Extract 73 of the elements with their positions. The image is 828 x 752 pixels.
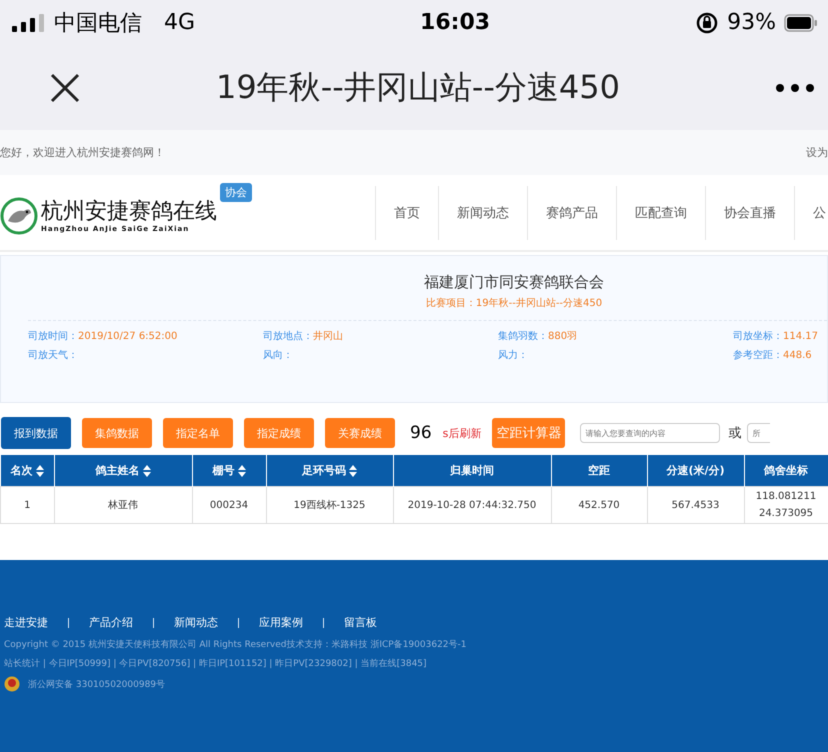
sort-icon — [238, 464, 246, 477]
field-label: 风力： — [498, 350, 528, 361]
column-header[interactable]: 足环号码 — [266, 455, 393, 486]
carrier-name: 中国电信 — [54, 10, 142, 38]
column-header: 归巢时间 — [393, 455, 551, 486]
footer-link[interactable]: 应用案例 — [259, 615, 303, 630]
nav-link[interactable]: 赛鸽产品 — [527, 186, 616, 240]
table-cell: 118.081211 24.373095 — [744, 486, 828, 524]
field-label: 司放天气： — [28, 350, 78, 361]
field-value: 井冈山 — [313, 331, 343, 342]
or-label: 或 — [728, 425, 742, 442]
nav-link[interactable]: 公 — [794, 186, 828, 240]
field-label: 参考空距： — [733, 350, 783, 361]
column-header[interactable]: 名次 — [0, 455, 54, 486]
data-tab[interactable]: 报到数据 — [1, 417, 71, 449]
site-logo-title: 杭州安捷赛鸽在线 — [41, 198, 217, 224]
footer-link[interactable]: 走进安捷 — [4, 615, 48, 630]
set-homepage-link[interactable]: 设为 — [806, 145, 828, 160]
field-value: 448.6 — [783, 350, 812, 361]
rotation-lock-icon — [695, 10, 720, 34]
table-cell: 452.570 — [551, 486, 647, 524]
table-cell: 林亚伟 — [54, 486, 192, 524]
table-cell: 1 — [0, 486, 54, 524]
table-cell: 19西线杯-1325 — [266, 486, 393, 524]
police-record-text: 浙公网安备 33010502000989号 — [28, 678, 166, 690]
field-value: 880羽 — [548, 331, 578, 342]
site-statistics: 站长统计 | 今日IP[50999] | 今日PV[820756] | 昨日IP[101152] | 昨日PV[2329802] | 当前在线[3845] — [4, 658, 428, 670]
field-value: 114.17 — [783, 331, 818, 342]
battery-icon — [784, 14, 818, 32]
filter-field[interactable]: 所 — [747, 423, 770, 443]
more-icon — [776, 84, 814, 92]
field-label: 司放时间： — [28, 331, 78, 342]
nav-link[interactable]: 新闻动态 — [438, 186, 527, 240]
pigeon-logo-icon — [0, 196, 38, 234]
table-cell: 567.4533 — [647, 486, 744, 524]
countdown-number: 96 — [410, 423, 432, 443]
nav-link[interactable]: 首页 — [375, 186, 438, 240]
field-label: 司放坐标： — [733, 331, 783, 342]
search-field[interactable]: 请输入您要查询的内容 — [580, 423, 720, 443]
association-badge: 协会 — [220, 182, 252, 202]
table-cell: 000234 — [192, 486, 266, 524]
field-label: 司放地点： — [263, 331, 313, 342]
sort-icon — [349, 464, 357, 477]
organization-name: 福建厦门市同安赛鸽联合会 — [424, 273, 604, 292]
sort-icon — [36, 464, 44, 477]
close-icon — [50, 72, 80, 102]
field-label: 风向： — [263, 350, 293, 361]
race-project: 比赛项目：19年秋--井冈山站--分速450 — [426, 296, 602, 310]
column-header: 分速(米/分) — [647, 455, 744, 486]
signal-icon — [12, 14, 46, 32]
refresh-label: s后刷新 — [442, 426, 482, 440]
column-header: 鸽舍坐标 — [744, 455, 828, 486]
nav-link[interactable]: 协会直播 — [705, 186, 794, 240]
sort-icon — [142, 464, 150, 477]
nav-link[interactable]: 匹配查询 — [616, 186, 705, 240]
battery-percent: 93% — [727, 10, 776, 35]
more-button[interactable] — [776, 84, 814, 92]
table-cell: 2019-10-28 07:44:32.750 — [393, 486, 551, 524]
column-header[interactable]: 棚号 — [192, 455, 266, 486]
close-button[interactable] — [50, 72, 80, 102]
footer-link[interactable]: 产品介绍 — [89, 615, 133, 630]
footer-link[interactable]: 新闻动态 — [174, 615, 218, 630]
footer-link[interactable]: 留言板 — [344, 615, 377, 630]
page-title: 19年秋--井冈山站--分速450 — [215, 66, 621, 108]
column-header: 空距 — [551, 455, 647, 486]
column-header[interactable]: 鸽主姓名 — [54, 455, 192, 486]
welcome-text: 您好，欢迎进入杭州安捷赛鸽网！ — [0, 145, 165, 160]
field-label: 集鸽羽数： — [498, 331, 548, 342]
field-value: 2019/10/27 6:52:00 — [78, 331, 178, 342]
copyright-text: Copyright © 2015 杭州安捷天使科技有限公司 All Rights Reserved技术支持：米路科技 浙ICP备19003622号-1 — [4, 638, 468, 651]
clock-time: 16:03 — [420, 10, 490, 35]
network-type: 4G — [164, 10, 196, 35]
police-emblem-icon — [4, 676, 20, 692]
